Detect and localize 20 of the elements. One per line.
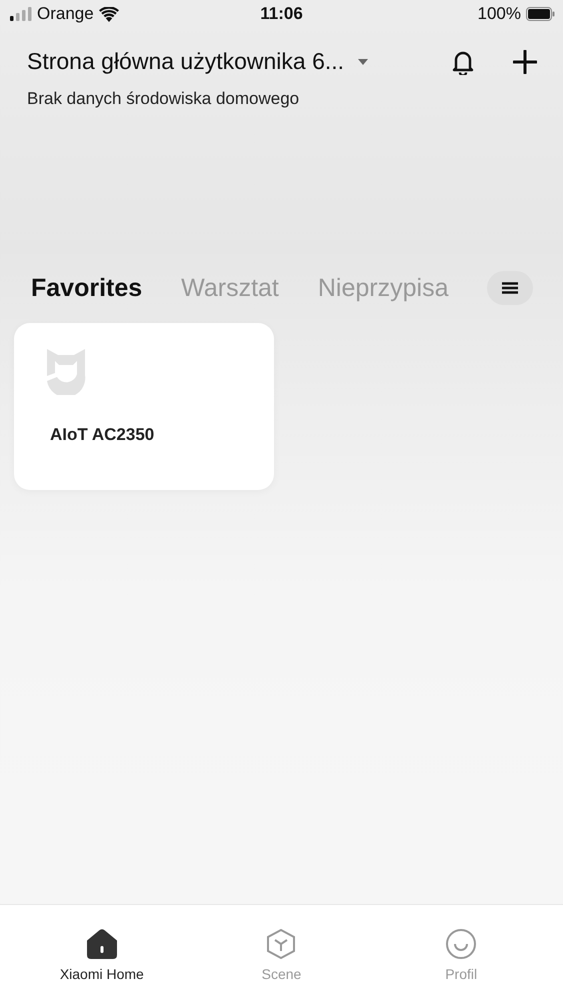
house-icon (86, 929, 117, 959)
device-name: AIoT AC2350 (50, 425, 154, 445)
caret-icon (358, 58, 368, 64)
battery-icon (526, 7, 555, 21)
room-tab[interactable]: Favorites (31, 274, 142, 302)
smiley-icon (446, 929, 476, 959)
device-logo-icon (44, 347, 88, 395)
hexagon-icon (266, 929, 296, 959)
wifi-icon (98, 6, 119, 22)
clock-time: 11:06 (260, 4, 303, 24)
add-icon[interactable] (513, 50, 537, 74)
carrier-name: Orange (37, 4, 94, 24)
home-selector[interactable]: Strona główna użytkownika 6... (27, 48, 368, 75)
home-status-text: Brak danych środowiska domowego (27, 89, 300, 109)
menu-button[interactable] (487, 271, 533, 305)
menu-icon (502, 282, 518, 294)
signal-icon (10, 7, 32, 21)
battery-percent: 100% (478, 4, 521, 24)
device-card[interactable]: AIoT AC2350 (14, 323, 274, 490)
nav-tab[interactable]: Xiaomi Home (26, 905, 177, 1000)
